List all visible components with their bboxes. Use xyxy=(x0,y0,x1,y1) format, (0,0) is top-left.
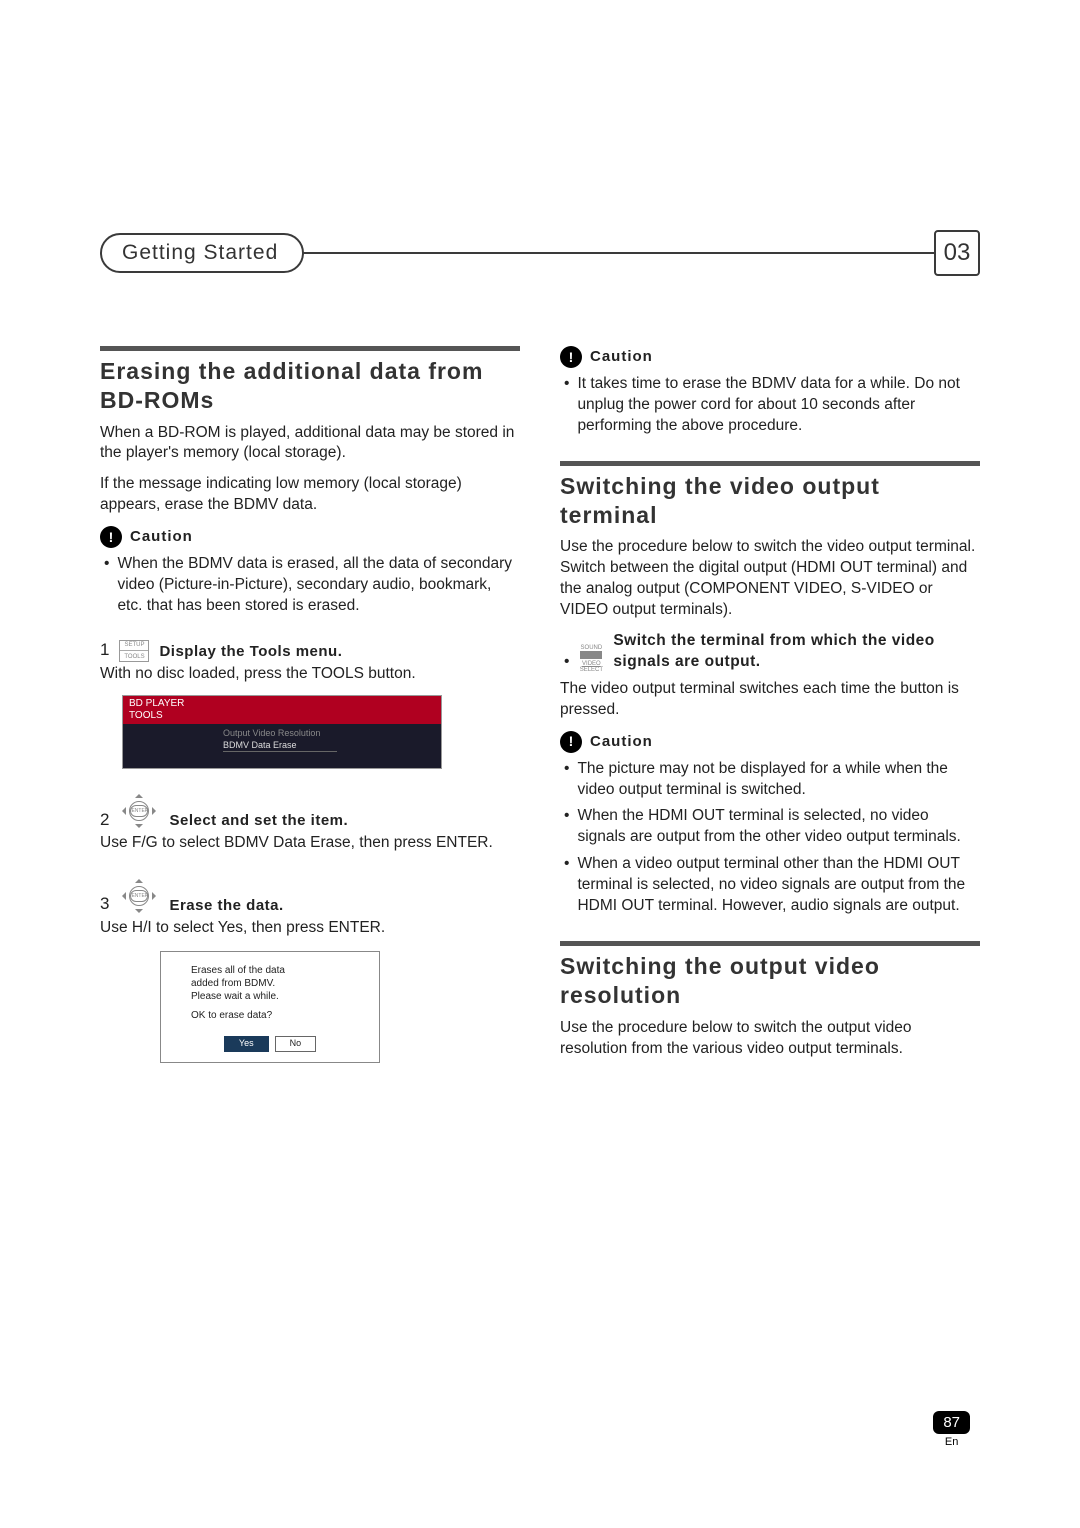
dpad-icon: ENTER xyxy=(119,791,159,831)
bullet-dot-icon xyxy=(564,374,569,437)
caution-heading: ! Caution xyxy=(560,731,980,753)
step-1: 1 SETUP TOOLS Display the Tools menu. xyxy=(100,639,520,662)
body-text: The video output terminal switches each … xyxy=(560,679,980,721)
instruction-bullet: SOUND VIDEO SELECT Switch the terminal f… xyxy=(560,631,980,673)
body-text: Use the procedure below to switch the vi… xyxy=(560,537,980,621)
caution-text: When a video output terminal other than … xyxy=(577,854,980,917)
tools-menu-mock: BD PLAYER TOOLS Output Video Resolution … xyxy=(122,695,442,770)
video-select-button-icon: SOUND VIDEO SELECT xyxy=(577,645,605,673)
caution-text: It takes time to erase the BDMV data for… xyxy=(577,374,980,437)
step-number: 2 xyxy=(100,809,109,832)
section-divider xyxy=(560,941,980,946)
step-number: 3 xyxy=(100,893,109,916)
menu-body: Output Video Resolution BDMV Data Erase xyxy=(123,724,441,769)
step-body: Use F/G to select BDMV Data Erase, then … xyxy=(100,833,520,854)
body-text: Use the procedure below to switch the ou… xyxy=(560,1018,980,1060)
caution-label: Caution xyxy=(130,527,193,547)
menu-header: BD PLAYER TOOLS xyxy=(123,696,441,724)
left-column: Erasing the additional data from BD-ROMs… xyxy=(100,346,520,1069)
page-number: 87 En xyxy=(933,1411,970,1448)
caution-heading: ! Caution xyxy=(560,346,980,368)
section-divider xyxy=(100,346,520,351)
step-title: Erase the data. xyxy=(169,896,283,916)
step-title: Select and set the item. xyxy=(169,811,348,831)
section-name: Getting Started xyxy=(100,233,304,273)
bullet-dot-icon xyxy=(564,759,569,801)
caution-bullet: When a video output terminal other than … xyxy=(560,854,980,917)
chapter-number: 03 xyxy=(934,230,980,276)
caution-bullet: When the BDMV data is erased, all the da… xyxy=(100,554,520,617)
bullet-dot-icon xyxy=(564,854,569,917)
tools-button-icon: SETUP TOOLS xyxy=(119,640,149,662)
caution-text: When the BDMV data is erased, all the da… xyxy=(117,554,520,617)
caution-text: The picture may not be displayed for a w… xyxy=(577,759,980,801)
bullet-dot-icon xyxy=(564,652,569,673)
right-column: ! Caution It takes time to erase the BDM… xyxy=(560,346,980,1069)
body-text: When a BD-ROM is played, additional data… xyxy=(100,423,520,465)
menu-item: Output Video Resolution xyxy=(223,727,435,739)
step-2: 2 ENTER Select and set the item. xyxy=(100,791,520,831)
caution-icon: ! xyxy=(560,731,582,753)
erase-dialog-mock: Erases all of the data added from BDMV. … xyxy=(160,951,380,1063)
caution-label: Caution xyxy=(590,347,653,367)
chapter-header: Getting Started 03 xyxy=(100,230,980,276)
step-3: 3 ENTER Erase the data. xyxy=(100,876,520,916)
caution-bullet: It takes time to erase the BDMV data for… xyxy=(560,374,980,437)
caution-icon: ! xyxy=(100,526,122,548)
step-title: Display the Tools menu. xyxy=(159,642,342,662)
dialog-no-button: No xyxy=(275,1036,317,1052)
caution-text: When the HDMI OUT terminal is selected, … xyxy=(577,806,980,848)
dpad-icon: ENTER xyxy=(119,876,159,916)
section-divider xyxy=(560,461,980,466)
section-title-erase: Erasing the additional data from BD-ROMs xyxy=(100,357,520,415)
caution-heading: ! Caution xyxy=(100,526,520,548)
dialog-text: Erases all of the data added from BDMV. … xyxy=(171,964,369,1030)
menu-item-selected: BDMV Data Erase xyxy=(223,739,337,752)
step-body: With no disc loaded, press the TOOLS but… xyxy=(100,664,520,685)
step-number: 1 xyxy=(100,639,109,662)
page-number-value: 87 xyxy=(933,1411,970,1434)
header-rule xyxy=(302,252,936,254)
caution-bullet: When the HDMI OUT terminal is selected, … xyxy=(560,806,980,848)
page-language: En xyxy=(933,1436,970,1448)
caution-label: Caution xyxy=(590,732,653,752)
body-text: If the message indicating low memory (lo… xyxy=(100,474,520,516)
step-body: Use H/I to select Yes, then press ENTER. xyxy=(100,918,520,939)
caution-bullet: The picture may not be displayed for a w… xyxy=(560,759,980,801)
section-title-switch-terminal: Switching the video output terminal xyxy=(560,472,980,530)
dialog-yes-button: Yes xyxy=(224,1036,269,1052)
caution-icon: ! xyxy=(560,346,582,368)
bullet-dot-icon xyxy=(564,806,569,848)
instruction-text: Switch the terminal from which the video… xyxy=(613,631,980,673)
section-title-switch-resolution: Switching the output video resolution xyxy=(560,952,980,1010)
bullet-dot-icon xyxy=(104,554,109,617)
